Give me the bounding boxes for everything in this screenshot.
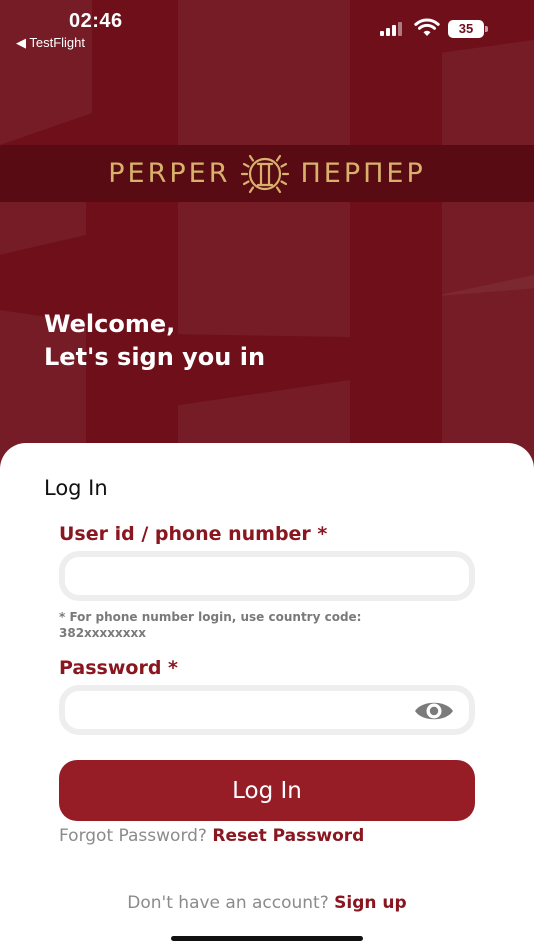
signup-row: Don't have an account? Sign up bbox=[0, 893, 534, 913]
background-shape bbox=[0, 202, 86, 255]
wifi-icon bbox=[414, 18, 440, 36]
battery-icon: 35 bbox=[448, 20, 488, 38]
back-to-testflight-link[interactable]: ◀ TestFlight bbox=[16, 35, 85, 51]
welcome-line-2: Let's sign you in bbox=[44, 343, 266, 371]
sign-up-link[interactable]: Sign up bbox=[334, 893, 407, 913]
brand-banner: PERPER ПЕРПЕР bbox=[0, 145, 534, 202]
user-id-label: User id / phone number * bbox=[59, 523, 328, 545]
reset-password-link[interactable]: Reset Password bbox=[212, 826, 364, 846]
status-bar: 02:46 ◀ TestFlight 35 bbox=[0, 0, 534, 56]
cellular-signal-icon bbox=[380, 22, 404, 36]
forgot-password-text: Forgot Password? bbox=[59, 826, 207, 846]
welcome-line-1: Welcome, bbox=[44, 310, 176, 338]
sun-pillars-logo-icon bbox=[241, 154, 290, 193]
user-id-input[interactable] bbox=[59, 551, 475, 601]
status-time: 02:46 bbox=[69, 10, 123, 32]
home-indicator[interactable] bbox=[171, 936, 363, 941]
welcome-heading: Welcome, Let's sign you in bbox=[44, 308, 265, 374]
login-title: Log In bbox=[44, 476, 108, 500]
login-button[interactable]: Log In bbox=[59, 760, 475, 821]
login-card: Log In User id / phone number * * For ph… bbox=[0, 443, 534, 950]
brand-name-cyrillic: ПЕРПЕР bbox=[300, 158, 426, 189]
eye-icon[interactable] bbox=[412, 696, 456, 726]
brand-name-latin: PERPER bbox=[108, 158, 231, 189]
battery-level: 35 bbox=[448, 20, 484, 38]
background-shape bbox=[442, 275, 534, 470]
forgot-password-row: Forgot Password? Reset Password bbox=[59, 826, 364, 846]
phone-login-hint: * For phone number login, use country co… bbox=[59, 610, 362, 640]
password-label: Password * bbox=[59, 657, 178, 679]
hero-background bbox=[0, 0, 534, 470]
no-account-text: Don't have an account? bbox=[127, 893, 329, 913]
